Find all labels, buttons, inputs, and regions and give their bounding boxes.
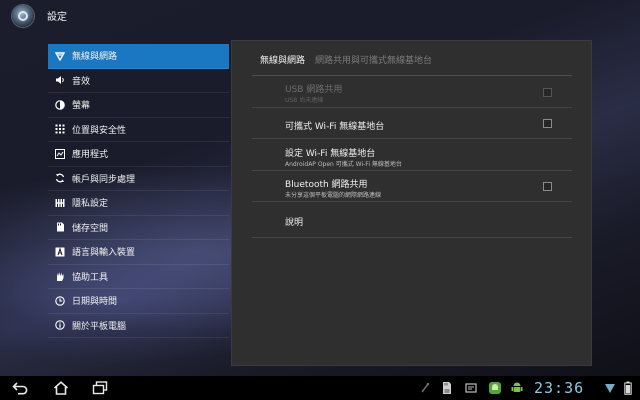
wifi-signal-icon <box>601 380 619 396</box>
brightness-icon <box>54 99 66 111</box>
menu-item-label: 隱私設定 <box>72 199 109 210</box>
menu-item-label: 音效 <box>72 76 91 87</box>
action-bar: 設定 <box>0 0 640 30</box>
menu-item-label: 關於平板電腦 <box>72 321 127 332</box>
menu-item-display[interactable]: 螢幕 <box>48 93 229 118</box>
home-icon <box>53 381 69 395</box>
menu-item-location-security[interactable]: 位置與安全性 <box>48 118 229 142</box>
menu-item-label: 帳戶與同步處理 <box>72 174 136 185</box>
menu-item-applications[interactable]: 應用程式 <box>48 142 229 167</box>
panel-breadcrumb: 無線與網路 網路共用與可攜式無線基地台 <box>260 53 432 66</box>
settings-menu: 無線與網路 音效 螢幕 位置與安全性 應用程式 帳戶與同步處理 隱私設定 儲存空… <box>48 44 229 338</box>
language-icon <box>54 246 66 258</box>
row-summary: AndroidAP Open 可攜式 Wi-Fi 無線基地台 <box>285 161 402 168</box>
accessibility-icon <box>54 270 66 282</box>
menu-item-date-time[interactable]: 日期與時間 <box>48 289 229 314</box>
location-security-icon <box>54 123 66 135</box>
menu-item-label: 儲存空間 <box>72 223 109 234</box>
privacy-icon <box>54 197 66 209</box>
row-title: USB 網路共用 <box>285 85 343 95</box>
menu-item-wireless-networks[interactable]: 無線與網路 <box>48 44 229 69</box>
row-title: Bluetooth 網路共用 <box>285 180 368 190</box>
panel-subtitle: 網路共用與可攜式無線基地台 <box>315 56 433 66</box>
usb-debug-icon <box>416 380 434 396</box>
back-button[interactable] <box>11 380 29 396</box>
menu-item-accessibility[interactable]: 協助工具 <box>48 265 229 289</box>
row-title: 設定 Wi-Fi 無線基地台 <box>285 149 376 159</box>
bluetooth-tethering-checkbox[interactable] <box>543 182 552 191</box>
recent-apps-icon <box>92 381 108 395</box>
header-divider <box>252 75 572 76</box>
menu-item-sound[interactable]: 音效 <box>48 69 229 93</box>
info-icon <box>54 319 66 331</box>
help-row[interactable]: 說明 <box>252 202 572 238</box>
clock-icon <box>54 295 66 307</box>
applications-icon <box>54 148 66 160</box>
storage-icon <box>54 221 66 233</box>
bluetooth-tethering-row[interactable]: Bluetooth 網路共用 未分享這個平板電腦的網際網路連線 <box>252 171 572 202</box>
back-arrow-icon <box>12 381 28 394</box>
app-title: 設定 <box>47 12 67 23</box>
menu-item-label: 日期與時間 <box>72 297 118 308</box>
menu-item-label: 語言與輸入裝置 <box>72 248 136 259</box>
notification-icon <box>462 380 480 396</box>
menu-item-storage[interactable]: 儲存空間 <box>48 216 229 240</box>
wifi-icon <box>54 50 66 62</box>
home-button[interactable] <box>52 380 70 396</box>
panel-title: 無線與網路 <box>260 56 306 66</box>
menu-item-label: 螢幕 <box>72 101 91 112</box>
row-title: 說明 <box>285 218 304 228</box>
portable-hotspot-row[interactable]: 可攜式 Wi-Fi 無線基地台 <box>252 108 572 139</box>
menu-item-label: 應用程式 <box>72 150 109 161</box>
recent-apps-button[interactable] <box>91 380 109 396</box>
portable-hotspot-checkbox[interactable] <box>543 119 552 128</box>
status-clock[interactable]: 23:36 <box>534 379 584 397</box>
menu-item-about-tablet[interactable]: 關於平板電腦 <box>48 314 229 338</box>
android-market-icon <box>486 380 504 396</box>
row-summary: USB 尚未連線 <box>285 97 324 104</box>
menu-item-privacy[interactable]: 隱私設定 <box>48 191 229 216</box>
system-navigation-bar: 23:36 <box>0 376 640 400</box>
battery-icon <box>619 380 637 396</box>
usb-tethering-checkbox[interactable] <box>543 88 552 97</box>
sd-card-icon <box>437 380 455 396</box>
menu-item-label: 無線與網路 <box>72 52 118 63</box>
sync-icon <box>54 172 66 184</box>
settings-detail-panel: 無線與網路 網路共用與可攜式無線基地台 USB 網路共用 USB 尚未連線 可攜… <box>231 40 592 366</box>
row-summary: 未分享這個平板電腦的網際網路連線 <box>285 192 382 199</box>
usb-tethering-row[interactable]: USB 網路共用 USB 尚未連線 <box>252 77 572 108</box>
menu-item-accounts-sync[interactable]: 帳戶與同步處理 <box>48 167 229 191</box>
menu-item-language-input[interactable]: 語言與輸入裝置 <box>48 240 229 265</box>
row-title: 可攜式 Wi-Fi 無線基地台 <box>285 122 385 132</box>
menu-item-label: 協助工具 <box>72 272 109 283</box>
settings-app-icon[interactable] <box>12 5 34 27</box>
menu-item-label: 位置與安全性 <box>72 125 127 136</box>
android-debug-icon <box>508 380 526 396</box>
speaker-icon <box>54 74 66 86</box>
hotspot-settings-row[interactable]: 設定 Wi-Fi 無線基地台 AndroidAP Open 可攜式 Wi-Fi … <box>252 139 572 171</box>
